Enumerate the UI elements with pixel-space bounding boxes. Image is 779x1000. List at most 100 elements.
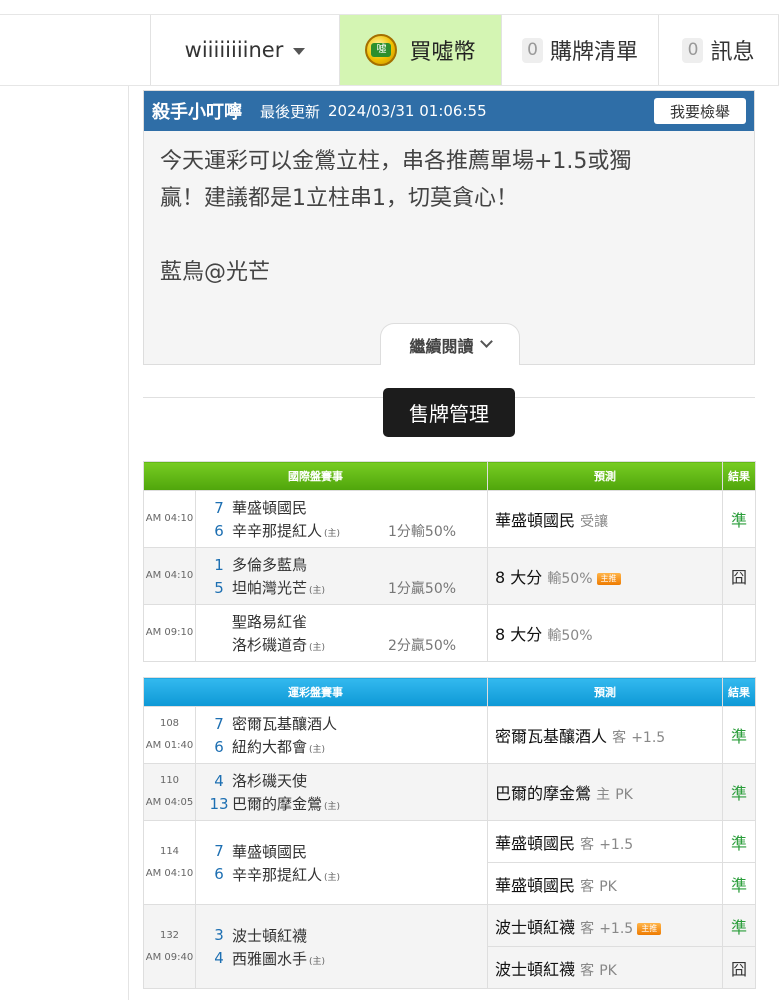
home-team: 紐約大都會 [232, 738, 308, 756]
result-badge: 準 [722, 862, 756, 905]
result-badge: 準 [722, 763, 756, 821]
home-team: 巴爾的摩金鶯 [232, 795, 323, 813]
game-number: 110 [159, 775, 180, 786]
prediction-pick: 巴爾的摩金鶯 [495, 784, 592, 803]
col-header-result: 結果 [722, 677, 756, 707]
away-team: 洛杉磯天使 [232, 772, 308, 790]
prediction-pick: 8 大分 [495, 568, 543, 587]
game-time: AM 09:10 [143, 604, 196, 662]
col-header-match: 國際盤賽事 [143, 461, 488, 491]
away-number: 7 [214, 498, 224, 517]
prediction-side: 客 [612, 730, 627, 746]
home-mark: (主) [324, 802, 341, 812]
prediction-pick: 華盛頓國民 [495, 511, 576, 530]
prediction-cell: 華盛頓國民 客 PK [487, 862, 723, 905]
chevron-down-icon [479, 335, 493, 348]
cart-label: 購牌清單 [549, 40, 638, 65]
message-count-badge: 0 [682, 37, 704, 63]
match-cell: 1 多倫多藍鳥 5 坦帕灣光芒 (主) 1分贏50% [195, 547, 488, 605]
prediction-pick: 波士頓紅襪 [495, 959, 576, 979]
result-badge: 準 [722, 820, 756, 863]
prediction-line: PK [615, 787, 633, 803]
prediction-line: +1.5 [599, 920, 634, 937]
match-cell: 4 洛杉磯天使 13 巴爾的摩金鶯 (主) [195, 763, 488, 821]
sales-management-button[interactable]: 售牌管理 [383, 388, 515, 437]
match-cell: 7 密爾瓦基釀酒人 6 紐約大都會 (主) [195, 706, 488, 764]
prediction-cell: 華盛頓國民 客 +1.5 [487, 820, 723, 863]
home-mark: (主) [324, 872, 341, 883]
prediction-pick: 華盛頓國民 [495, 875, 576, 895]
game-time: AM 04:10 [143, 490, 196, 548]
article-header: 殺手小叮嚀 最後更新 2024/03/31 01:06:55 我要檢舉 [144, 91, 754, 131]
home-number: 13 [209, 794, 229, 813]
cart-count-badge: 0 [521, 37, 543, 63]
prediction-pick: 8 大分 [495, 625, 543, 644]
table-header-row: 國際盤賽事 預測 結果 [143, 461, 756, 491]
messages-link[interactable]: 0 訊息 [658, 15, 779, 85]
table-row: AM 04:10 1 多倫多藍鳥 5 坦帕灣光芒 (主) 1分贏50% 8 大分 輸50… [143, 547, 756, 605]
game-time: AM 04:10 [143, 547, 196, 605]
report-button[interactable]: 我要檢舉 [654, 98, 746, 124]
away-number: 1 [214, 555, 224, 574]
home-mark: (主) [309, 586, 326, 596]
article-body: 今天運彩可以金鶯立柱，串各推薦單場+1.5或獨 贏！建議都是1立柱串1，切莫貪心… [160, 143, 720, 311]
game-number: 132 [159, 929, 180, 941]
prediction-side: 客 [580, 962, 595, 979]
prediction-cell: 8 大分 輸50% [487, 604, 723, 662]
col-header-result: 結果 [722, 461, 756, 491]
sport-lottery-picks-table: 運彩盤賽事 預測 結果 108 AM 01:40 7 密爾瓦基釀酒人 6 紐約大都會(… [143, 677, 756, 989]
buy-coin-button[interactable]: 噓 買噓幣 [340, 15, 501, 85]
prediction-side: 客 [580, 836, 595, 853]
col-header-prediction: 預測 [487, 461, 723, 491]
result-badge: 囧 [722, 547, 756, 605]
table-row: 114 AM 04:10 7 華盛頓國民 6 辛辛那提紅人 (主) 華盛頓國民 客 +1… [143, 820, 756, 905]
home-mark: (主) [324, 529, 341, 539]
username: wiiiiiiiiner [184, 38, 284, 62]
home-team: 坦帕灣光芒 [232, 579, 308, 597]
result-badge: 準 [722, 904, 756, 947]
handicap: 1分贏50% [388, 580, 457, 597]
handicap: 2分贏50% [388, 637, 457, 654]
away-number: 4 [214, 771, 224, 790]
home-mark: (主) [309, 745, 326, 755]
result-badge: 準 [722, 706, 756, 764]
prediction-cell: 8 大分 輸50% 主推 [487, 547, 723, 605]
away-team: 華盛頓國民 [232, 842, 308, 861]
home-number: 6 [214, 521, 224, 540]
home-mark: (主) [309, 643, 326, 653]
game-number: 108 [159, 718, 180, 729]
prediction-cell: 密爾瓦基釀酒人 客 +1.5 [487, 706, 723, 764]
prediction-line: +1.5 [631, 730, 666, 746]
cart-link[interactable]: 0 購牌清單 [501, 15, 658, 85]
prediction-cell: 波士頓紅襪 客 PK [487, 946, 723, 989]
game-number: 114 [159, 845, 180, 857]
prediction-pick: 波士頓紅襪 [495, 917, 576, 937]
prediction-cell: 波士頓紅襪 客 +1.5 主推 [487, 904, 723, 947]
prediction-side: 主 [596, 787, 611, 803]
article-line: 今天運彩可以金鶯立柱，串各推薦單場+1.5或獨 [160, 149, 632, 174]
result-badge: 囧 [722, 946, 756, 989]
intl-picks-table: 國際盤賽事 預測 結果 AM 04:10 7 華盛頓國民 6 辛辛那提紅人 (主) 1分… [143, 461, 756, 662]
home-mark: (主) [309, 956, 326, 967]
caret-down-icon [293, 48, 306, 55]
col-header-prediction: 預測 [487, 677, 723, 707]
game-info: 108 AM 01:40 [143, 706, 196, 764]
coin-icon-text: 噓 [371, 43, 392, 57]
table-row: AM 04:10 7 華盛頓國民 6 辛辛那提紅人 (主) 1分輸50% 華盛頓國民 受… [143, 490, 756, 548]
updated-time: 2024/03/31 01:06:55 [328, 102, 487, 120]
table-row: 108 AM 01:40 7 密爾瓦基釀酒人 6 紐約大都會 (主) 密爾瓦基釀酒人 客… [143, 706, 756, 764]
game-time: AM 09:40 [145, 951, 194, 963]
home-number: 5 [214, 578, 224, 597]
result-badge [722, 604, 756, 662]
game-info: 114 AM 04:10 [143, 820, 196, 905]
prediction-line: +1.5 [599, 836, 634, 853]
user-menu[interactable]: wiiiiiiiiner [150, 15, 340, 85]
read-more-button[interactable]: 繼續閱讀 [380, 323, 520, 365]
prediction-cell: 華盛頓國民 受讓 [487, 490, 723, 548]
prediction-line: PK [599, 962, 617, 979]
table-row: AM 09:10 聖路易紅雀 洛杉磯道奇 (主) 2分贏50% 8 大分 輸50% [143, 604, 756, 662]
game-info: 110 AM 04:05 [143, 763, 196, 821]
match-cell: 聖路易紅雀 洛杉磯道奇 (主) 2分贏50% [195, 604, 488, 662]
prediction-note: 輸50% [547, 571, 593, 587]
article-author: 殺手小叮嚀 [152, 102, 242, 123]
